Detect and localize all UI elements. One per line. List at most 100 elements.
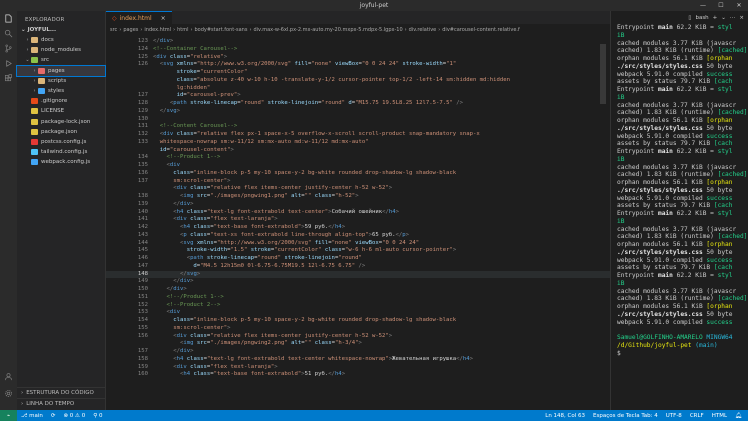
code-line[interactable]: 126 <svg xmlns="http://www.w3.org/2000/s… — [106, 61, 610, 69]
breadcrumb-item[interactable]: html — [177, 27, 188, 33]
code-line[interactable]: <div class="relative flex items-center j… — [106, 185, 610, 193]
code-line[interactable]: 158 <h4 class="text-lg font-extrabold te… — [106, 356, 610, 364]
code-line[interactable]: 147 d="M4.5 12h15m0 0l-6.75-6.75M19.5 12… — [106, 263, 610, 271]
code-line[interactable]: 157 </div> — [106, 348, 610, 356]
timeline-section[interactable]: › LINHA DO TEMPO — [17, 398, 106, 408]
tree-item-webpack-config-js[interactable]: webpack.config.js — [17, 157, 105, 167]
tree-item-tailwind-config-js[interactable]: tailwind.config.js — [17, 147, 105, 157]
more-icon[interactable]: ⋯ — [730, 15, 736, 21]
bell-icon[interactable]: 🔔︎ — [731, 413, 746, 419]
sync-indicator[interactable]: ⟳ — [47, 413, 60, 419]
files-icon[interactable] — [0, 11, 17, 26]
line-ending[interactable]: CRLF — [686, 413, 708, 419]
code-line[interactable]: 151 <!--/Product 1--> — [106, 294, 610, 302]
code-editor[interactable]: 123 </div> 124 <!--Container Carousel--> 125… — [106, 36, 610, 410]
code-line[interactable]: 125 <div class="relative"> — [106, 54, 610, 62]
breadcrumb-item[interactable]: src — [110, 27, 117, 33]
code-line[interactable]: 140 <h4 class="text-lg font-extrabold te… — [106, 209, 610, 217]
code-line[interactable]: 139 </div> — [106, 201, 610, 209]
close-icon[interactable]: × — [739, 15, 744, 21]
code-line[interactable]: stroke="currentColor" — [106, 69, 610, 77]
code-line[interactable]: 150 </div> — [106, 286, 610, 294]
cursor-position[interactable]: Ln 148, Col 63 — [541, 413, 589, 419]
tree-item--gitignore[interactable]: .gitignore — [17, 96, 105, 106]
code-line[interactable]: 149 </div> — [106, 278, 610, 286]
code-line[interactable]: 133 whitespace-nowrap sm:w-11/12 sm:mx-a… — [106, 139, 610, 147]
code-line[interactable]: id="carousel-content"> — [106, 147, 610, 155]
tree-item-docs[interactable]: › docs — [17, 35, 105, 45]
code-line[interactable]: 134 <!--Product 1--> — [106, 154, 610, 162]
breadcrumb-item[interactable]: div.relative — [409, 27, 437, 33]
add-terminal-icon[interactable]: + — [713, 15, 718, 21]
remote-indicator[interactable]: ⌁ — [0, 410, 17, 421]
code-line[interactable]: 145 stroke-width="1.5" stroke="currentCo… — [106, 247, 610, 255]
tree-item-pages[interactable]: › pages — [16, 64, 106, 77]
tree-item-postcss-config-js[interactable]: postcss.config.js — [17, 137, 105, 147]
code-line[interactable]: lg:hidden" — [106, 85, 610, 93]
code-line[interactable]: 131 <!--Content Carousel--> — [106, 123, 610, 131]
code-line[interactable]: 129 </svg> — [106, 108, 610, 116]
code-token: > — [190, 200, 194, 207]
chevron-down-icon[interactable]: ⌄ — [721, 15, 726, 21]
code-token: "none" — [311, 61, 332, 68]
code-line[interactable]: 143 <p class="text-xs font-extrabold lin… — [106, 232, 610, 240]
code-line[interactable]: 160 <h4 class="text-base font-extrabold"… — [106, 371, 610, 379]
breadcrumb-item[interactable]: div#carousel-content.relative.f — [442, 27, 520, 33]
ports-indicator[interactable]: ⚲ 0 — [89, 413, 106, 419]
code-line[interactable]: 154 class="inline-block p-5 my-10 space-… — [106, 317, 610, 325]
tree-item-node-modules[interactable]: › node_modules — [17, 45, 105, 55]
maximize-button[interactable]: ☐ — [712, 0, 730, 11]
code-line[interactable]: <img src="./images/pngwing2.png" alt="" … — [106, 340, 610, 348]
close-icon[interactable]: × — [161, 15, 166, 22]
tab-index-html[interactable]: ◇ index.html × — [106, 11, 172, 24]
code-line[interactable]: 153 <div — [106, 309, 610, 317]
terminal-panel[interactable]: Entrypoint main 62.2 KiB = styl iB cached … — [610, 24, 748, 410]
tree-item-styles[interactable]: › styles — [17, 86, 105, 96]
code-line[interactable]: 132 <div class="relative flex px-1 space… — [106, 131, 610, 139]
code-line[interactable]: class="absolute z-40 w-10 h-10 -translat… — [106, 77, 610, 85]
tree-item-license[interactable]: LICENSE — [17, 106, 105, 116]
indentation[interactable]: Espaços de Tecla Tab: 4 — [589, 413, 662, 419]
code-line[interactable]: 146 <path stroke-linecap="round" stroke-… — [106, 255, 610, 263]
code-line[interactable]: 135 <div — [106, 162, 610, 170]
tree-item-src[interactable]: ⌄ src — [17, 55, 105, 65]
code-line[interactable]: 152 <!--Product 2--> — [106, 302, 610, 310]
source-control-icon[interactable] — [0, 41, 17, 56]
close-button[interactable]: ✕ — [730, 0, 748, 11]
code-line[interactable]: 127 id="carousel-prev"> — [106, 92, 610, 100]
search-icon[interactable] — [0, 26, 17, 41]
account-icon[interactable] — [0, 369, 17, 384]
code-line[interactable]: 138 <img src="./images/pngwing1.png" alt… — [106, 193, 610, 201]
code-line[interactable]: 142 <h4 class="text-base font-extrabold"… — [106, 224, 610, 232]
tree-item-scripts[interactable]: › scripts — [17, 76, 105, 86]
tree-item-package-json[interactable]: package.json — [17, 127, 105, 137]
breadcrumb-item[interactable]: pages — [123, 27, 138, 33]
code-line[interactable]: 141 <div class="flex text-laranja"> — [106, 216, 610, 224]
breadcrumb-item[interactable]: body#start.font-sans — [194, 27, 247, 33]
code-line[interactable]: 128 <path stroke-linecap="round" stroke-… — [106, 100, 610, 108]
code-line[interactable]: 136 class="inline-block p-5 my-10 space-… — [106, 170, 610, 178]
minimize-button[interactable]: — — [694, 0, 712, 11]
language-mode[interactable]: HTML — [708, 413, 731, 419]
terminal-tab-label[interactable]: bash — [695, 15, 708, 21]
branch-indicator[interactable]: ⎇ main — [17, 413, 47, 419]
workspace-root[interactable]: ⌄ JOYFUL... — [17, 25, 105, 35]
outline-section[interactable]: › ESTRUTURA DO CÓDIGO — [17, 387, 106, 397]
gear-icon[interactable] — [0, 386, 17, 401]
code-line[interactable]: 137 sm:scrol-center"> — [106, 178, 610, 186]
code-line[interactable]: 144 <svg xmlns="http://www.w3.org/2000/s… — [106, 240, 610, 248]
problems-indicator[interactable]: ⊗ 0 ⚠ 0 — [59, 413, 89, 419]
run-debug-icon[interactable] — [0, 56, 17, 71]
code-line[interactable]: 123 </div> — [106, 38, 610, 46]
extensions-icon[interactable] — [0, 71, 17, 86]
code-line[interactable]: 130 — [106, 116, 610, 124]
code-line[interactable]: 155 sm:scrol-center"> — [106, 325, 610, 333]
code-line[interactable]: 124 <!--Container Carousel--> — [106, 46, 610, 54]
breadcrumb-item[interactable]: div.max-w-6xl.px-2.mx-auto.my-20.mxpx-5.… — [253, 27, 402, 33]
tree-item-package-lock-json[interactable]: package-lock.json — [17, 117, 105, 127]
code-line[interactable]: 148 </svg> — [106, 270, 610, 279]
code-line[interactable]: 156 <div class="relative flex items-cent… — [106, 333, 610, 341]
terminal-text: /d/Github/joyful-pet — [617, 341, 692, 349]
encoding[interactable]: UTF-8 — [662, 413, 686, 419]
breadcrumb-item[interactable]: index.html — [144, 27, 171, 33]
